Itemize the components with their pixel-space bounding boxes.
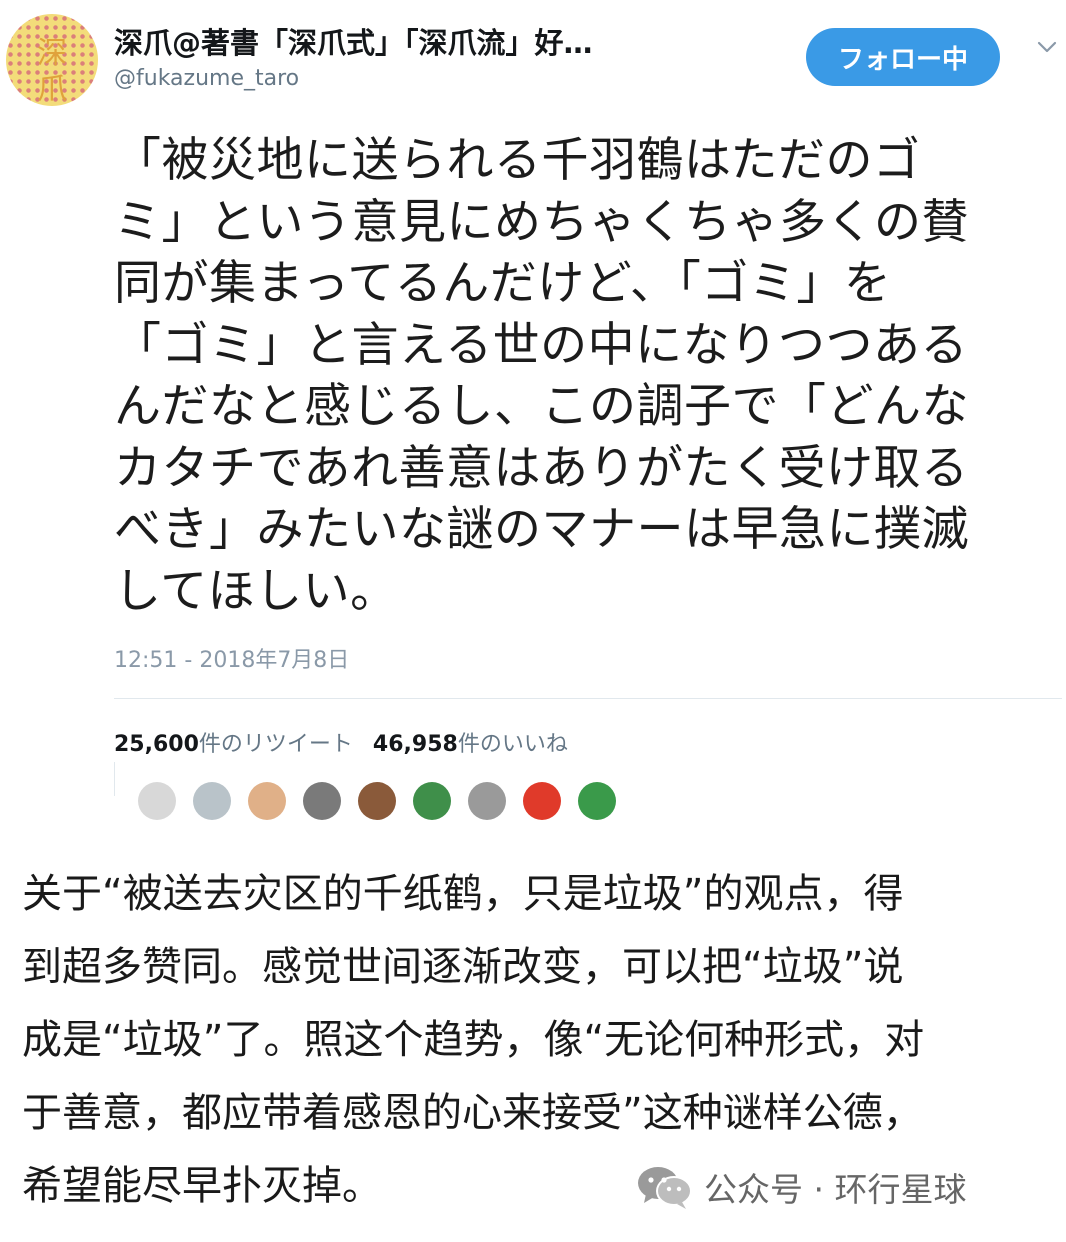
stats-separator <box>114 762 115 796</box>
translation-line: 到超多赞同。感觉世间逐渐改变，可以把“垃圾”说 <box>22 944 904 990</box>
liker-avatar[interactable] <box>578 782 616 820</box>
liker-avatar[interactable] <box>138 782 176 820</box>
tweet-text-line: カタチであれ善意はありがたく受け取る <box>114 440 969 496</box>
chevron-down-icon[interactable] <box>1036 36 1058 58</box>
tweet-text-line: 同が集まってるんだけど、「ゴミ」を <box>114 256 892 311</box>
liker-avatars <box>138 782 638 822</box>
tweet-text: 「被災地に送られる千羽鶴はただのゴ ミ」という意見にめちゃくちゃ多くの賛 同が集… <box>114 130 1054 622</box>
wechat-icon <box>638 1167 692 1209</box>
like-stat[interactable]: 46,958件のいいね <box>373 732 568 757</box>
liker-avatar[interactable] <box>303 782 341 820</box>
retweet-count: 25,600 <box>114 732 199 757</box>
tweet-text-line: べき」みたいな謎のマナーは早急に撲滅 <box>114 502 969 557</box>
like-label: 件のいいね <box>457 732 568 757</box>
tweet-text-line: 「ゴミ」と言える世の中になりつつある <box>114 317 969 373</box>
avatar-glyph-bottom: 爪 <box>37 72 67 106</box>
tweet-text-line: ミ」という意見にめちゃくちゃ多くの賛 <box>114 194 969 250</box>
liker-avatar[interactable] <box>413 782 451 820</box>
liker-avatar[interactable] <box>468 782 506 820</box>
tweet-text-line: 「被災地に送られる千羽鶴はただのゴ <box>114 133 921 188</box>
translation-line: 关于“被送去灾区的千纸鹤，只是垃圾”的观点，得 <box>22 871 904 917</box>
liker-avatar[interactable] <box>523 782 561 820</box>
translation-line: 成是“垃圾”了。照这个趋势，像“无论何种形式，对 <box>22 1017 925 1063</box>
tweet-text-line: してほしい。 <box>114 563 398 619</box>
liker-avatar[interactable] <box>248 782 286 820</box>
translation-line: 于善意，都应带着感恩的心来接受”这种谜样公德， <box>22 1090 923 1136</box>
tweet-stats: 25,600件のリツイート 46,958件のいいね <box>114 726 568 758</box>
tweet-text-line: んだなと感じるし、この調子で「どんな <box>114 379 969 434</box>
liker-avatar[interactable] <box>358 782 396 820</box>
tweet-card: 深 爪 深爪@著書「深爪式」「深爪流」好… @fukazume_taro フォロ… <box>0 0 1066 820</box>
like-count: 46,958 <box>372 732 458 757</box>
retweet-label: 件のリツイート <box>198 732 353 757</box>
tweet-timestamp[interactable]: 12:51 - 2018年7月8日 <box>114 642 349 674</box>
divider <box>114 698 1062 699</box>
liker-avatar[interactable] <box>193 782 231 820</box>
screen-name[interactable]: @fukazume_taro <box>114 66 299 91</box>
watermark-text: 公众号 · 环行星球 <box>704 1170 967 1209</box>
following-button[interactable]: フォロー中 <box>806 28 1000 86</box>
watermark: 公众号 · 环行星球 <box>636 1162 966 1212</box>
avatar[interactable]: 深 爪 <box>6 14 98 106</box>
display-name[interactable]: 深爪@著書「深爪式」「深爪流」好… <box>114 20 714 62</box>
retweet-stat[interactable]: 25,600件のリツイート <box>114 732 353 757</box>
